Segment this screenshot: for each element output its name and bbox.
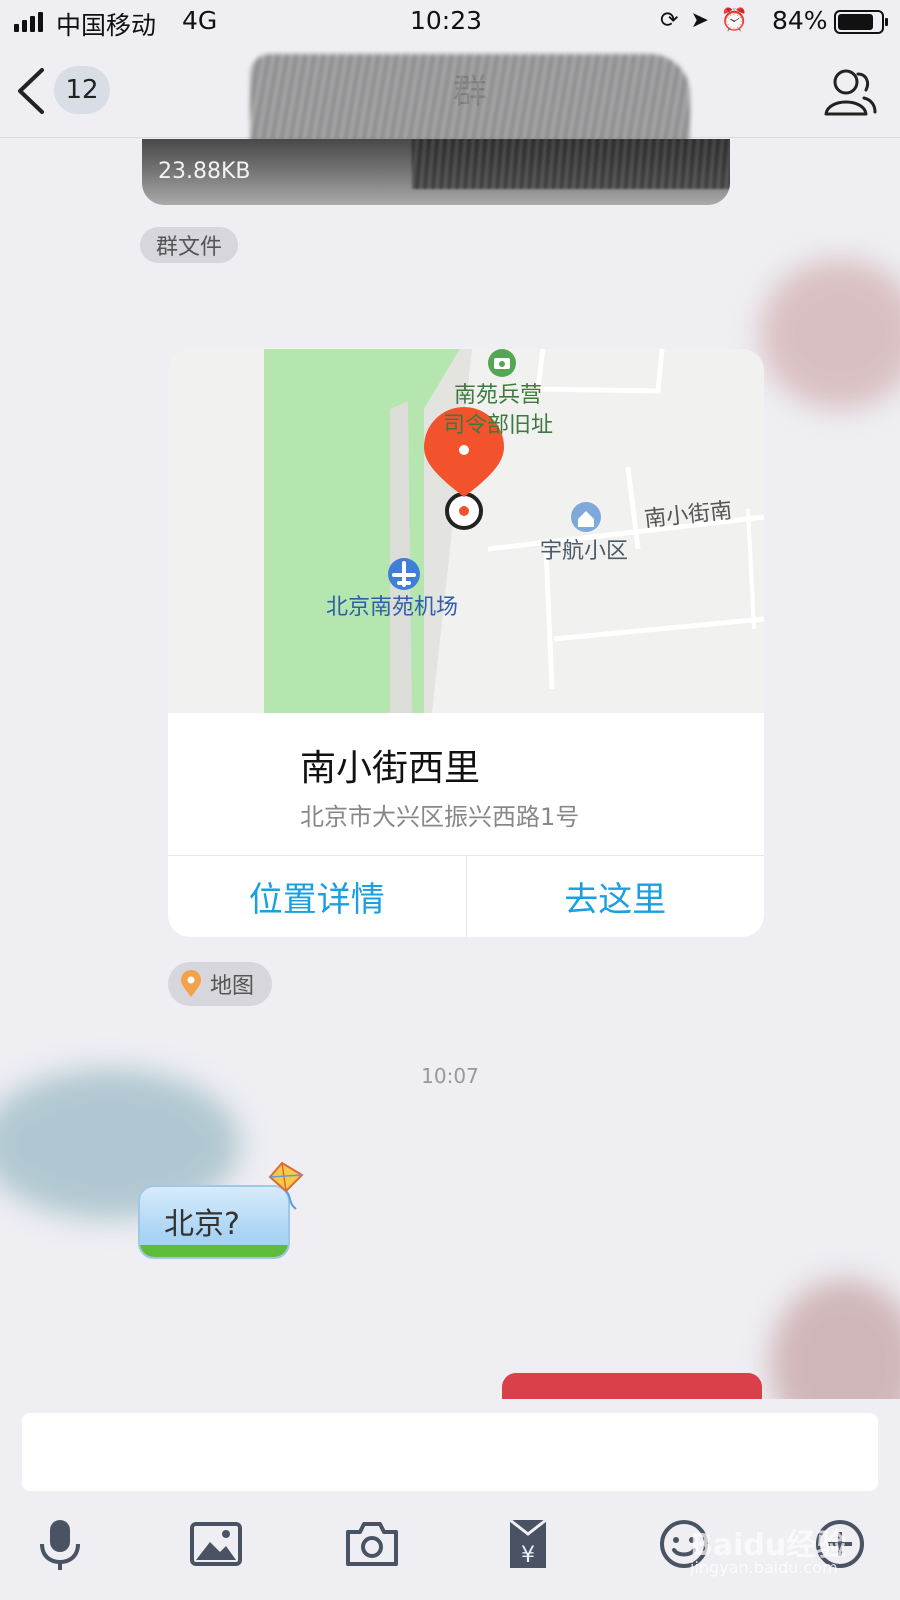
place-address: 北京市大兴区振兴西路1号: [300, 803, 580, 831]
battery-icon: [834, 10, 888, 34]
message-text: 北京?: [164, 1207, 240, 1242]
image-icon: [190, 1522, 242, 1566]
message-input[interactable]: [22, 1413, 878, 1491]
red-packet-icon: ¥: [509, 1518, 547, 1568]
redaction-scribble: [412, 139, 730, 189]
location-message[interactable]: 南苑兵营 司令部旧址 南小街南 宇航小区 北京南苑机场 南小街西里 北京市大兴区…: [168, 349, 764, 937]
user-icon: [824, 69, 877, 116]
file-size: 23.88KB: [158, 159, 251, 184]
battery-percent: 84%: [772, 6, 828, 35]
red-packet-button[interactable]: ¥: [498, 1512, 558, 1576]
alarm-icon: ⏰: [720, 8, 749, 33]
voice-button[interactable]: [30, 1512, 90, 1576]
location-actions: 位置详情 去这里: [168, 856, 764, 937]
map-preview[interactable]: 南苑兵营 司令部旧址 南小街南 宇航小区 北京南苑机场: [168, 349, 764, 713]
message-timestamp: 10:07: [421, 1064, 479, 1088]
navigate-here-button[interactable]: 去这里: [465, 856, 765, 937]
svg-text:¥: ¥: [521, 1543, 535, 1568]
location-pin-icon: [181, 970, 201, 997]
map-tag-label: 地图: [210, 974, 255, 999]
red-packet-message[interactable]: [502, 1373, 762, 1399]
map-label-community: 宇航小区: [540, 539, 629, 564]
nav-bar: 12 群: [0, 44, 900, 164]
rotation-lock-icon: ⟳: [660, 8, 679, 33]
file-message[interactable]: 23.88KB: [142, 139, 730, 205]
unread-count-badge[interactable]: 12: [54, 66, 110, 114]
status-time: 10:23: [410, 6, 483, 35]
status-bar: 中国移动 4G 10:23 ⟳ ➤ ⏰ 84%: [0, 0, 900, 44]
back-button[interactable]: [12, 66, 52, 116]
group-members-button[interactable]: [820, 64, 880, 124]
decor-watercolor: [760, 259, 900, 409]
location-details-button[interactable]: 位置详情: [168, 856, 466, 937]
place-name: 南小街西里: [300, 748, 481, 789]
map-tag[interactable]: 地图: [168, 962, 273, 1006]
image-button[interactable]: [186, 1512, 246, 1576]
map-label-airport: 北京南苑机场: [326, 595, 459, 620]
camera-button[interactable]: [342, 1512, 402, 1576]
kite-icon: [268, 1161, 304, 1210]
bubble-grass-decor: [140, 1245, 288, 1257]
network-type: 4G: [182, 6, 218, 35]
place-info: 南小街西里 北京市大兴区振兴西路1号: [168, 713, 764, 856]
map-label-barracks: 南苑兵营 司令部旧址: [443, 383, 554, 438]
microphone-icon: [40, 1520, 80, 1570]
watermark-url: jingyan.baidu.com: [690, 1558, 838, 1577]
camera-icon: [346, 1522, 398, 1566]
group-file-tag[interactable]: 群文件: [140, 227, 239, 263]
location-arrow-icon: ➤: [690, 8, 709, 33]
chevron-left-icon: [18, 68, 44, 114]
decor-watercolor: [770, 1279, 900, 1399]
signal-icon: [14, 12, 43, 32]
carrier-name: 中国移动: [56, 11, 157, 40]
chat-messages[interactable]: 23.88KB 群文件 南苑兵营 司令部旧址 南小街南 宇航小区 北京南苑机场 …: [0, 139, 900, 1399]
